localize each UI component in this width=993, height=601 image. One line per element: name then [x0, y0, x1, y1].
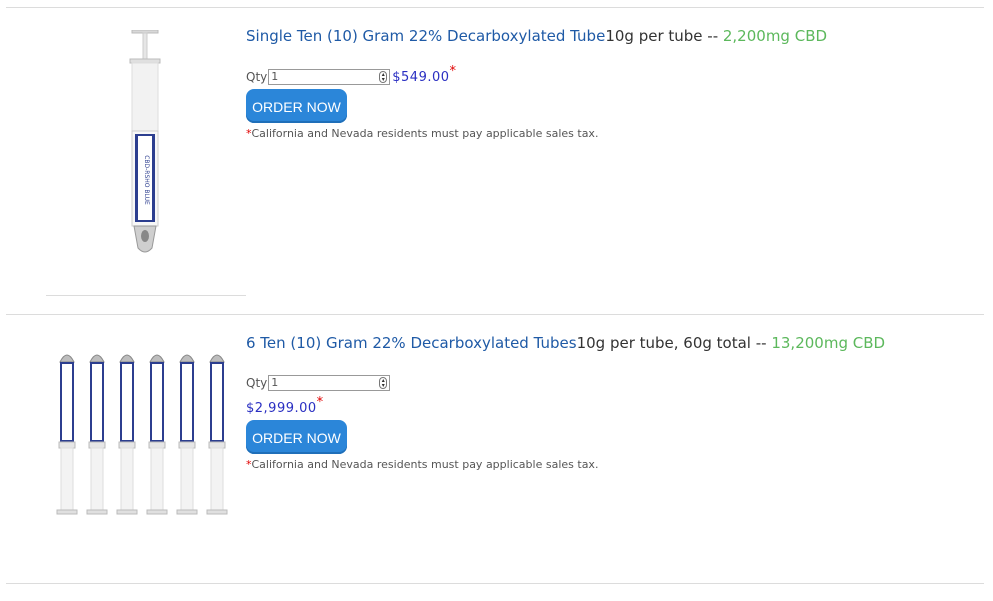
syringes-image — [56, 354, 228, 515]
price-row: $2,999.00 * — [246, 395, 323, 416]
product-image-six-tubes[interactable] — [56, 350, 234, 518]
spinner-icon[interactable]: ▴ ▾ — [379, 377, 388, 389]
product-description: 10g per tube, 60g total -- — [576, 334, 772, 352]
qty-label: Qty — [246, 376, 268, 390]
product-cbd-amount: 13,200mg CBD — [771, 334, 886, 352]
qty-input[interactable]: 1 ▴ ▾ — [268, 375, 391, 391]
qty-value: 1 — [271, 376, 279, 389]
tax-note-text: California and Nevada residents must pay… — [251, 458, 599, 471]
product-title-link[interactable]: 6 Ten (10) Gram 22% Decarboxylated Tubes — [246, 334, 577, 352]
price-asterisk: * — [316, 395, 324, 410]
product-title-line: 6 Ten (10) Gram 22% Decarboxylated Tubes… — [246, 334, 885, 352]
product-price: $2,999.00 — [246, 401, 317, 416]
product-six-tubes: 6 Ten (10) Gram 22% Decarboxylated Tubes… — [0, 0, 993, 590]
order-now-button[interactable]: ORDER NOW — [246, 420, 347, 454]
qty-row: Qty 1 ▴ ▾ — [246, 375, 391, 391]
tax-note: *California and Nevada residents must pa… — [246, 458, 598, 471]
